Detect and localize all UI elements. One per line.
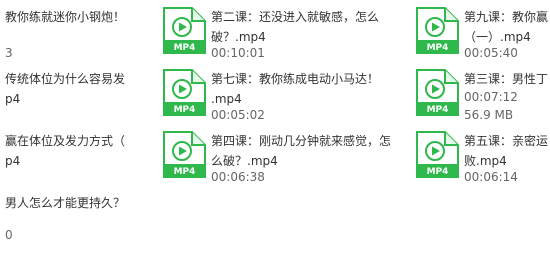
mp4-file-icon: MP4 (416, 7, 459, 54)
file-name-line2: .mp4 (211, 92, 242, 106)
file-duration: 00:07:12 (464, 90, 518, 104)
file-meta: 3 (5, 46, 13, 60)
file-name: 第九课：教你赢 (464, 10, 549, 24)
file-duration: 00:05:40 (464, 46, 518, 60)
file-name-line2: p4 (5, 154, 21, 168)
file-name: 教你练就迷你小钢炮！ (5, 10, 126, 24)
file-grid: 教你练就迷你小钢炮！ 3 MP4 第二课：还没进入就敏感，怎么 破？.mp4 0… (0, 0, 550, 255)
file-name: 第四课：刚动几分钟就来感觉，怎 (211, 134, 392, 148)
file-name-line2: 么破？.mp4 (211, 154, 278, 168)
file-name-line2: 败.mp4 (464, 154, 507, 168)
file-duration: 00:06:38 (211, 170, 265, 184)
file-name-line2: p4 (5, 92, 21, 106)
mp4-file-icon: MP4 (416, 131, 459, 178)
mp4-file-icon: MP4 (163, 7, 206, 54)
file-size: 56.9 MB (464, 108, 514, 122)
file-name: 第五课：亲密运 (464, 134, 549, 148)
file-name: 第七课：教你练成电动小马达！ (211, 72, 380, 86)
mp4-label: MP4 (174, 167, 196, 177)
file-name: 第二课：还没进入就敏感，怎么 (211, 10, 380, 24)
mp4-label: MP4 (174, 105, 196, 115)
file-name-line2: （一）.mp4 (464, 30, 531, 44)
mp4-file-icon: MP4 (416, 69, 459, 116)
file-name-line2: 破？.mp4 (211, 30, 266, 44)
mp4-label: MP4 (427, 167, 449, 177)
file-name: 传统体位为什么容易发 (5, 72, 126, 86)
mp4-label: MP4 (427, 43, 449, 53)
file-meta: 0 (5, 228, 13, 242)
mp4-label: MP4 (174, 43, 196, 53)
file-name: 赢在体位及发力方式（ (5, 134, 126, 148)
file-name: 男人怎么才能更持久？ (5, 196, 126, 210)
file-name: 第三课：男性丁 (464, 72, 549, 86)
mp4-file-icon: MP4 (163, 131, 206, 178)
file-duration: 00:06:14 (464, 170, 518, 184)
file-duration: 00:10:01 (211, 46, 265, 60)
mp4-file-icon: MP4 (163, 69, 206, 116)
mp4-label: MP4 (427, 105, 449, 115)
file-duration: 00:05:02 (211, 108, 265, 122)
